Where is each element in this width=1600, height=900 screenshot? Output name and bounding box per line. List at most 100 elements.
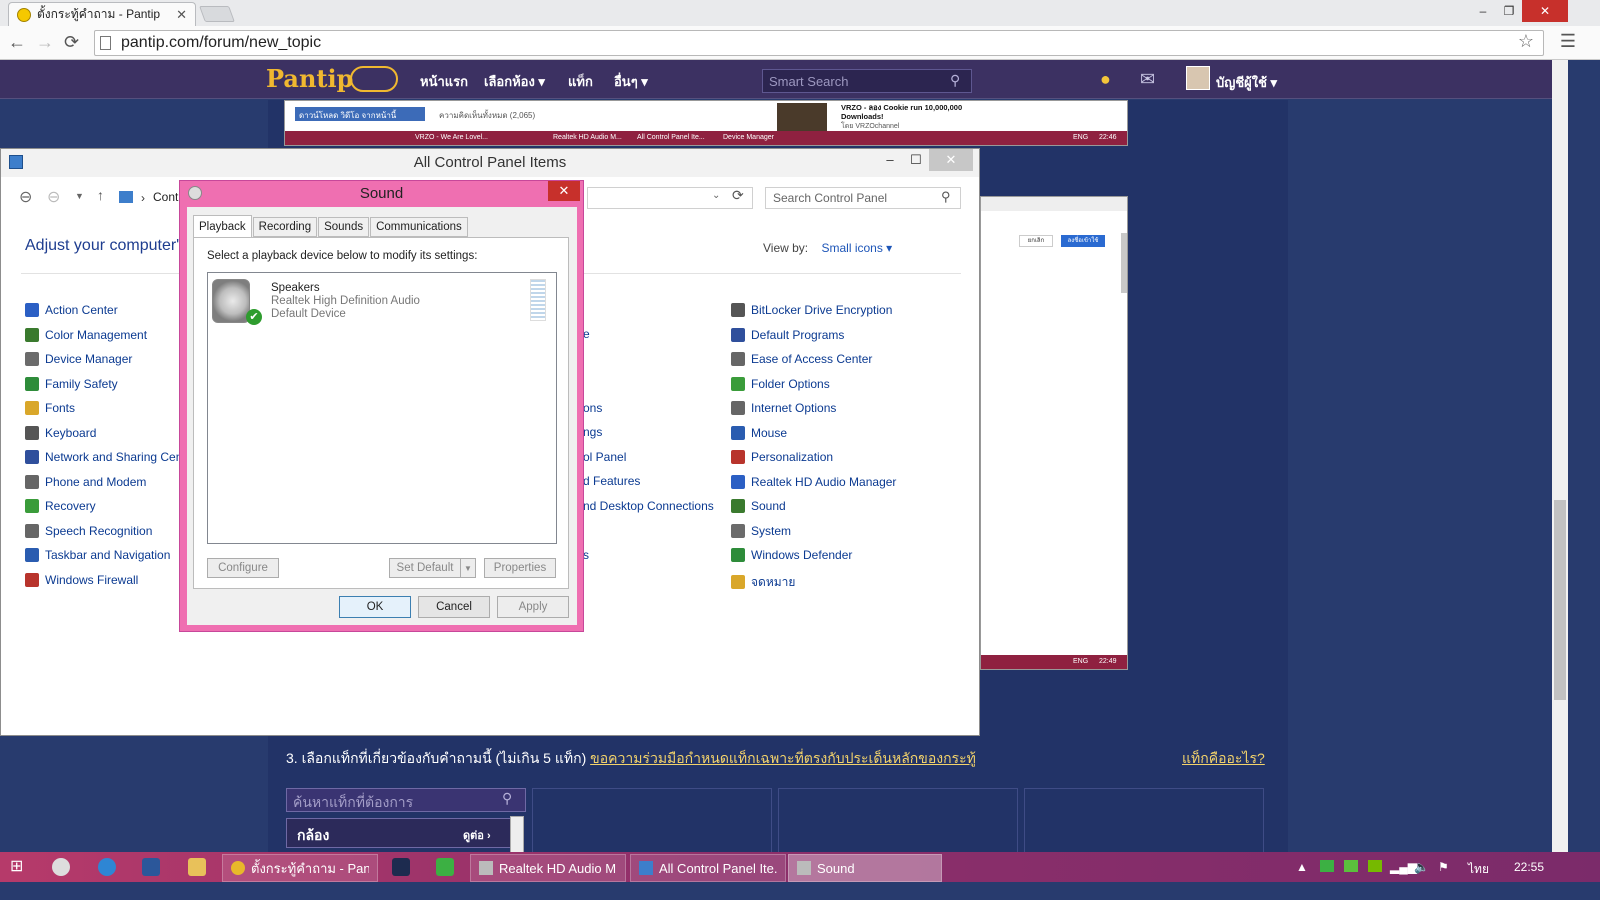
properties-button[interactable]: Properties [484, 558, 556, 578]
configure-button[interactable]: Configure [207, 558, 279, 578]
tab-playback[interactable]: Playback [193, 215, 252, 237]
apply-button[interactable]: Apply [497, 596, 569, 618]
start-icon[interactable]: ⊞ [10, 856, 28, 875]
cp-item[interactable]: Taskbar and Navigation [25, 548, 170, 562]
cp-item[interactable]: Sound [731, 499, 786, 513]
cp-item[interactable]: Internet Options [731, 401, 836, 415]
tray-expand-icon[interactable]: ▲ [1296, 860, 1308, 874]
cp-item[interactable]: Realtek HD Audio Manager [731, 474, 896, 489]
cp-item-fragment[interactable]: ol Panel [583, 450, 626, 464]
close-tab-icon[interactable]: ✕ [176, 7, 187, 23]
volume-icon[interactable]: 🔈 [1414, 860, 1429, 874]
clock[interactable]: 22:55 [1514, 860, 1544, 874]
media-player-icon[interactable] [52, 858, 70, 876]
cp-item[interactable]: Windows Defender [731, 548, 852, 562]
cp-recent-icon[interactable]: ▼ [75, 191, 84, 201]
cp-item[interactable]: Speech Recognition [25, 523, 152, 538]
nvidia-icon[interactable] [1368, 860, 1382, 872]
cp-item-fragment[interactable]: d Features [583, 474, 640, 488]
avatar[interactable] [1186, 66, 1210, 90]
cp-item-fragment[interactable]: ons [583, 401, 602, 415]
device-speakers[interactable]: ✔ Speakers Realtek High Definition Audio… [208, 273, 556, 329]
tag-category-more[interactable]: ดูต่อ › [463, 826, 491, 844]
tab-recording[interactable]: Recording [252, 217, 318, 237]
tray-app-icon[interactable] [1320, 860, 1334, 872]
cp-view-by-select[interactable]: Small icons ▾ [821, 241, 892, 255]
green-app-icon[interactable] [436, 858, 454, 876]
cp-up-icon[interactable]: ↑ [97, 187, 104, 203]
close-window-icon[interactable]: ✕ [1522, 0, 1568, 22]
cp-address-dropdown-icon[interactable]: ⌄ [712, 190, 720, 201]
page-scrollbar[interactable] [1552, 60, 1568, 860]
close-window-icon[interactable]: ✕ [929, 149, 973, 171]
cp-forward-icon[interactable]: ⊖ [47, 187, 60, 207]
reload-icon[interactable]: ⟳ [64, 32, 79, 53]
cp-item[interactable]: BitLocker Drive Encryption [731, 303, 892, 317]
cp-item[interactable]: Network and Sharing Cent [25, 450, 186, 464]
taskbar-control-panel[interactable]: All Control Panel Ite... [630, 854, 786, 882]
cp-item[interactable]: Phone and Modem [25, 474, 146, 489]
cp-item[interactable]: Personalization [731, 450, 833, 464]
word-icon[interactable] [142, 858, 160, 876]
minimize-icon[interactable]: – [877, 149, 903, 171]
cp-item[interactable]: Action Center [25, 303, 118, 317]
what-is-tag-link[interactable]: แท็กคืออะไร? [1182, 748, 1265, 770]
cp-item[interactable]: Folder Options [731, 376, 830, 391]
browser-tab[interactable]: ตั้งกระทู้คำถาม - Pantip ✕ [8, 2, 196, 26]
nav-more[interactable]: อื่นๆ ▾ [614, 71, 648, 92]
cp-search-input[interactable]: Search Control Panel [765, 187, 961, 209]
cp-back-icon[interactable]: ⊖ [19, 187, 32, 207]
cp-item[interactable]: Mouse [731, 425, 787, 440]
tag-category-row[interactable]: กล้อง ดูต่อ › [286, 818, 512, 848]
page-scroll-thumb[interactable] [1554, 500, 1566, 700]
address-bar[interactable]: pantip.com/forum/new_topic [94, 30, 1544, 56]
bookmark-star-icon[interactable]: ☆ [1518, 31, 1534, 52]
taskbar-sound[interactable]: Sound [788, 854, 942, 882]
search-icon[interactable]: ⚲ [950, 72, 960, 89]
tag-search-input[interactable]: ค้นหาแท็กที่ต้องการ [286, 788, 526, 812]
tab-sounds[interactable]: Sounds [318, 217, 370, 237]
cp-item[interactable]: Windows Firewall [25, 572, 138, 587]
minimize-icon[interactable]: – [1470, 0, 1496, 22]
tab-communications[interactable]: Communications [370, 217, 468, 237]
mail-icon[interactable]: ✉ [1140, 69, 1155, 90]
explorer-icon[interactable] [188, 858, 206, 876]
cp-item[interactable]: Default Programs [731, 327, 844, 342]
cp-refresh-icon[interactable]: ⟳ [732, 187, 744, 204]
tray-status-icon[interactable]: ⚑ [1438, 860, 1449, 874]
cp-item-fragment[interactable]: ngs [583, 425, 602, 439]
tag-search-icon[interactable]: ⚲ [502, 790, 512, 807]
cp-item-fragment[interactable]: nd Desktop Connections [583, 499, 714, 513]
forward-icon[interactable]: → [36, 32, 54, 53]
nav-tags[interactable]: แท็ก [568, 71, 593, 92]
cp-address-bar[interactable] [587, 187, 753, 209]
taskbar-realtek[interactable]: Realtek HD Audio M... [470, 854, 626, 882]
smart-search-input[interactable]: Smart Search [762, 69, 972, 93]
cp-item[interactable]: Color Management [25, 327, 147, 342]
chat-icon[interactable]: ● [1100, 69, 1111, 90]
tray-app-icon[interactable] [1344, 860, 1358, 872]
network-signal-icon[interactable]: ▂▄▆ [1390, 860, 1417, 874]
user-menu[interactable]: บัญชีผู้ใช้ ▾ [1216, 72, 1277, 93]
tag-guideline-link[interactable]: ขอความร่วมมือกำหนดแท็กเฉพาะที่ตรงกับประเ… [590, 750, 976, 766]
set-default-button[interactable]: Set Default [389, 558, 461, 578]
cancel-button[interactable]: Cancel [418, 596, 490, 618]
new-tab-button[interactable] [199, 6, 235, 22]
tag-list-scrollbar[interactable] [510, 816, 524, 856]
taskbar-chrome[interactable]: ตั้งกระทู้คำถาม - Pantip... [222, 854, 378, 882]
league-icon[interactable] [392, 858, 410, 876]
ok-button[interactable]: OK [339, 596, 411, 618]
maximize-icon[interactable]: ☐ [903, 149, 929, 171]
sound-close-button[interactable]: ✕ [548, 181, 580, 201]
menu-icon[interactable]: ☰ [1560, 31, 1576, 52]
cp-item[interactable]: Device Manager [25, 352, 132, 366]
input-language[interactable]: ไทย [1468, 860, 1489, 879]
set-default-dropdown-icon[interactable]: ▼ [460, 558, 476, 578]
cp-item[interactable]: Recovery [25, 499, 96, 513]
restore-icon[interactable]: ❐ [1496, 0, 1522, 22]
cp-item[interactable]: Family Safety [25, 376, 118, 391]
back-icon[interactable]: ← [8, 32, 26, 53]
playback-device-list[interactable]: ✔ Speakers Realtek High Definition Audio… [207, 272, 557, 544]
nav-home[interactable]: หน้าแรก [420, 71, 468, 92]
cp-search-icon[interactable]: ⚲ [941, 189, 951, 205]
